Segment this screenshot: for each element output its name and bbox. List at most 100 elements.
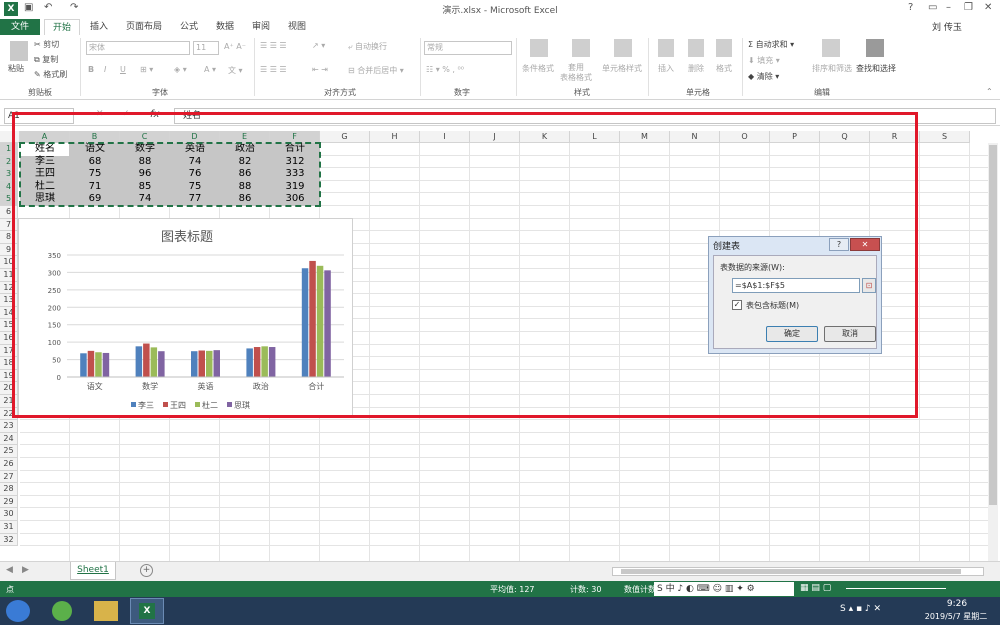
delete-cells-icon[interactable] bbox=[688, 39, 704, 57]
editing-group-label: 编辑 bbox=[814, 88, 830, 97]
tab-insert[interactable]: 插入 bbox=[82, 19, 116, 35]
restore-icon[interactable]: ❐ bbox=[964, 2, 973, 13]
vertical-scroll-thumb[interactable] bbox=[989, 145, 997, 505]
tab-home[interactable]: 开始 bbox=[44, 19, 81, 35]
conditional-format-icon[interactable] bbox=[530, 39, 548, 57]
ribbon-options-icon[interactable]: ▭ bbox=[928, 2, 937, 13]
row-header-28[interactable]: 28 bbox=[0, 483, 18, 496]
orientation-button[interactable]: ↗ ▾ bbox=[312, 41, 325, 50]
close-icon[interactable]: ✕ bbox=[984, 2, 992, 13]
font-color-button[interactable]: A ▾ bbox=[204, 65, 216, 74]
delete-cells-button[interactable]: 删除 bbox=[688, 63, 704, 74]
row-header-32[interactable]: 32 bbox=[0, 533, 18, 547]
format-painter-button[interactable]: ✎ 格式刷 bbox=[34, 69, 67, 80]
add-sheet-button[interactable]: + bbox=[140, 564, 153, 577]
sort-filter-icon[interactable] bbox=[822, 39, 840, 57]
sheet-tab-sheet1[interactable]: Sheet1 bbox=[70, 562, 116, 580]
insert-cells-icon[interactable] bbox=[658, 39, 674, 57]
horizontal-scrollbar[interactable] bbox=[612, 567, 984, 576]
tab-view[interactable]: 视图 bbox=[280, 19, 314, 35]
border-button[interactable]: ⊞ ▾ bbox=[140, 65, 153, 74]
format-cells-button[interactable]: 格式 bbox=[716, 63, 732, 74]
fill-color-button[interactable]: ◈ ▾ bbox=[174, 65, 187, 74]
help-icon[interactable]: ? bbox=[908, 2, 913, 13]
title-bar: X ▣ ↶ ↷ 演示.xlsx - Microsoft Excel ? ▭ – … bbox=[0, 0, 1000, 18]
ime-toolbar[interactable]: S 中 ♪ ◐ ⌨ ☺ ▥ ✦ ⚙ bbox=[654, 582, 794, 596]
paste-icon[interactable] bbox=[10, 41, 28, 61]
ribbon: 粘贴 ✂ 剪切 ⧉ 复制 ✎ 格式刷 剪贴板 宋体 11 A⁺ A⁻ B I U… bbox=[0, 35, 1000, 100]
row-header-26[interactable]: 26 bbox=[0, 458, 18, 471]
redo-icon[interactable]: ↷ bbox=[70, 2, 78, 13]
row-header-30[interactable]: 30 bbox=[0, 508, 18, 521]
currency-button[interactable]: ☷ ▾ % , ⁰⁰ bbox=[426, 65, 464, 74]
tab-page-layout[interactable]: 页面布局 bbox=[118, 19, 170, 35]
sheet-tab-bar: ◀ ▶ Sheet1 + bbox=[0, 561, 1000, 581]
align-left-button[interactable]: ☰ ☰ ☰ bbox=[260, 65, 287, 74]
tab-review[interactable]: 审阅 bbox=[244, 19, 278, 35]
tab-data[interactable]: 数据 bbox=[208, 19, 242, 35]
copy-button[interactable]: ⧉ 复制 bbox=[34, 54, 58, 65]
gridline bbox=[20, 532, 990, 534]
undo-icon[interactable]: ↶ bbox=[44, 2, 52, 13]
minimize-icon[interactable]: – bbox=[946, 2, 951, 13]
vertical-scrollbar[interactable] bbox=[988, 143, 998, 561]
tab-formulas[interactable]: 公式 bbox=[172, 19, 206, 35]
fill-button[interactable]: ⬇ 填充 ▾ bbox=[748, 55, 780, 66]
font-size-select[interactable]: 11 bbox=[193, 41, 219, 55]
row-header-31[interactable]: 31 bbox=[0, 521, 18, 534]
gridline bbox=[20, 469, 990, 471]
find-select-button[interactable]: 查找和选择 bbox=[856, 63, 896, 74]
tab-scroll-left-icon[interactable]: ◀ bbox=[6, 565, 13, 575]
format-as-table-icon[interactable] bbox=[572, 39, 590, 57]
excel-logo-icon: X bbox=[4, 2, 18, 16]
row-header-23[interactable]: 23 bbox=[0, 420, 18, 433]
status-mode: 点 bbox=[6, 585, 14, 594]
conditional-format-button[interactable]: 条件格式 bbox=[522, 63, 554, 74]
font-name-select[interactable]: 宋体 bbox=[86, 41, 190, 55]
grow-font-button[interactable]: A⁺ A⁻ bbox=[224, 42, 246, 51]
number-group-label: 数字 bbox=[454, 88, 470, 97]
merge-center-button[interactable]: ⊟ 合并后居中 ▾ bbox=[348, 65, 404, 76]
clear-button[interactable]: ◆ 清除 ▾ bbox=[748, 71, 779, 82]
italic-button[interactable]: I bbox=[104, 65, 106, 74]
user-name[interactable]: 刘 传玉 bbox=[932, 20, 962, 33]
zoom-slider[interactable] bbox=[846, 588, 946, 589]
tab-scroll-right-icon[interactable]: ▶ bbox=[22, 565, 29, 575]
phonetic-button[interactable]: 文 ▾ bbox=[228, 65, 243, 76]
save-icon[interactable]: ▣ bbox=[24, 2, 33, 13]
align-top-button[interactable]: ☰ ☰ ☰ bbox=[260, 41, 287, 50]
cell-styles-button[interactable]: 单元格样式 bbox=[602, 63, 642, 74]
tray-icons[interactable]: S ▴ ▪ ♪ ✕ bbox=[840, 604, 881, 614]
row-header-29[interactable]: 29 bbox=[0, 495, 18, 509]
tab-file[interactable]: 文件 bbox=[0, 19, 40, 35]
insert-cells-button[interactable]: 插入 bbox=[658, 63, 674, 74]
bold-button[interactable]: B bbox=[88, 65, 94, 74]
autosum-button[interactable]: Σ 自动求和 ▾ bbox=[748, 39, 794, 50]
clock-date[interactable]: 2019/5/7 星期二 bbox=[916, 611, 996, 622]
collapse-ribbon-icon[interactable]: ⌃ bbox=[986, 87, 993, 96]
format-cells-icon[interactable] bbox=[716, 39, 732, 57]
column-header-s[interactable]: S bbox=[920, 131, 970, 143]
excel-taskbar-button[interactable]: X bbox=[130, 598, 164, 624]
sort-filter-button[interactable]: 排序和筛选 bbox=[812, 63, 852, 74]
explorer-icon[interactable] bbox=[94, 601, 118, 621]
clock-time[interactable]: 9:26 bbox=[932, 599, 982, 609]
start-button-icon[interactable] bbox=[6, 600, 30, 622]
format-as-table-button[interactable]: 套用 表格格式 bbox=[560, 63, 592, 83]
row-header-25[interactable]: 25 bbox=[0, 445, 18, 458]
indent-button[interactable]: ⇤ ⇥ bbox=[312, 65, 328, 74]
find-select-icon[interactable] bbox=[866, 39, 884, 57]
paste-button[interactable]: 粘贴 bbox=[8, 63, 24, 74]
clipboard-group-label: 剪贴板 bbox=[28, 88, 52, 97]
horizontal-scroll-thumb[interactable] bbox=[621, 569, 961, 574]
cell-styles-icon[interactable] bbox=[614, 39, 632, 57]
highlight-box bbox=[12, 112, 918, 418]
underline-button[interactable]: U bbox=[120, 65, 126, 74]
number-format-select[interactable]: 常规 bbox=[424, 41, 512, 55]
view-mode-icons[interactable]: ▦ ▤ ▢ bbox=[800, 583, 831, 593]
cut-button[interactable]: ✂ 剪切 bbox=[34, 39, 59, 50]
row-header-27[interactable]: 27 bbox=[0, 470, 18, 484]
browser-icon[interactable] bbox=[52, 601, 72, 621]
row-header-24[interactable]: 24 bbox=[0, 432, 18, 446]
wrap-text-button[interactable]: ⤶ 自动换行 bbox=[348, 41, 387, 52]
